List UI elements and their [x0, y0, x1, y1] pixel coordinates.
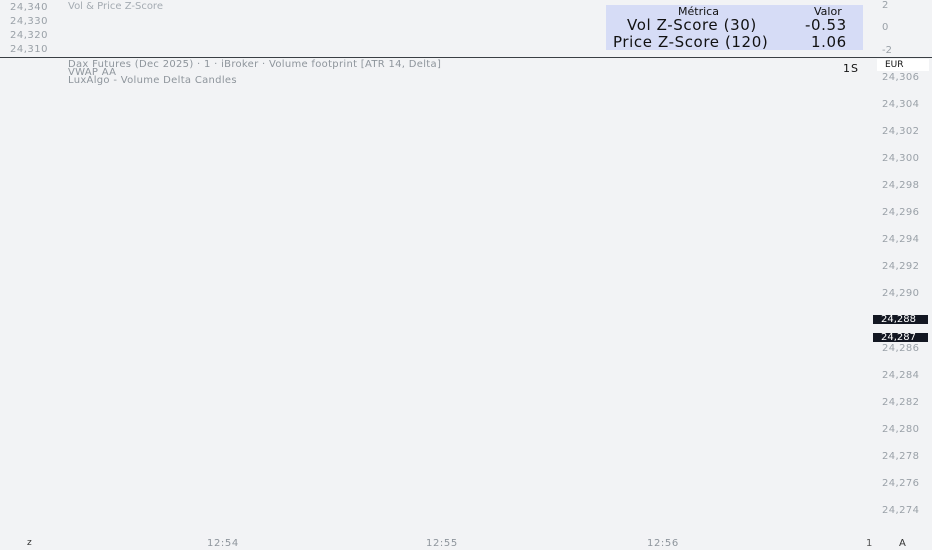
indicator-title[interactable]: Vol & Price Z-Score [68, 1, 163, 12]
time-axis-tick: 12:55 [426, 538, 458, 549]
price-axis-tick: 24,302 [882, 126, 920, 137]
bar-countdown: 1S [843, 62, 859, 75]
price-axis-tick: 24,286 [882, 343, 920, 354]
table-row-value: 1.06 [811, 33, 847, 51]
price-axis-tick: 24,304 [882, 99, 920, 110]
top-price-label: 24,320 [10, 30, 48, 41]
timezone-icon[interactable]: z [27, 538, 32, 548]
price-axis-tick: 24,276 [882, 478, 920, 489]
zscore-axis-tick: 0 [882, 22, 889, 33]
zscore-axis-tick: 2 [882, 0, 889, 11]
table-row-metric: Vol Z-Score (30) [627, 16, 757, 34]
top-price-label: 24,340 [10, 2, 48, 13]
price-axis-tick: 24,294 [882, 234, 920, 245]
price-axis-tick: 24,282 [882, 397, 920, 408]
symbol-legend[interactable]: Dax Futures (Dec 2025) · 1 · iBroker · V… [68, 59, 441, 70]
pane-divider[interactable] [0, 57, 932, 58]
currency-badge[interactable]: EUR [877, 59, 929, 71]
log-scale-toggle[interactable]: 1 [866, 538, 872, 549]
price-axis-tick: 24,290 [882, 288, 920, 299]
price-axis-tick: 24,306 [882, 72, 920, 83]
price-axis-tick: 24,274 [882, 505, 920, 516]
table-row-metric: Price Z-Score (120) [613, 33, 769, 51]
zscore-axis-tick: -2 [882, 45, 892, 56]
auto-scale-toggle[interactable]: A [899, 538, 906, 549]
top-price-label: 24,310 [10, 44, 48, 55]
price-axis-tick: 24,300 [882, 153, 920, 164]
price-axis-tick: 24,280 [882, 424, 920, 435]
price-tag: 24,287 [873, 333, 928, 343]
time-axis-tick: 12:56 [647, 538, 679, 549]
top-price-label: 24,330 [10, 16, 48, 27]
price-axis-tick: 24,296 [882, 207, 920, 218]
table-row-value: -0.53 [805, 16, 847, 34]
indicator-pane[interactable]: 24,340 24,330 24,320 24,310 Vol & Price … [0, 0, 932, 57]
price-axis-tick: 24,278 [882, 451, 920, 462]
luxalgo-legend[interactable]: LuxAlgo - Volume Delta Candles [68, 75, 237, 86]
zscore-table: Métrica Valor Vol Z-Score (30) -0.53 Pri… [606, 5, 863, 51]
price-axis-tick: 24,292 [882, 261, 920, 272]
time-axis-tick: 12:54 [207, 538, 239, 549]
price-axis-tick: 24,284 [882, 370, 920, 381]
price-tag: 24,288 [873, 315, 928, 325]
price-axis-tick: 24,298 [882, 180, 920, 191]
